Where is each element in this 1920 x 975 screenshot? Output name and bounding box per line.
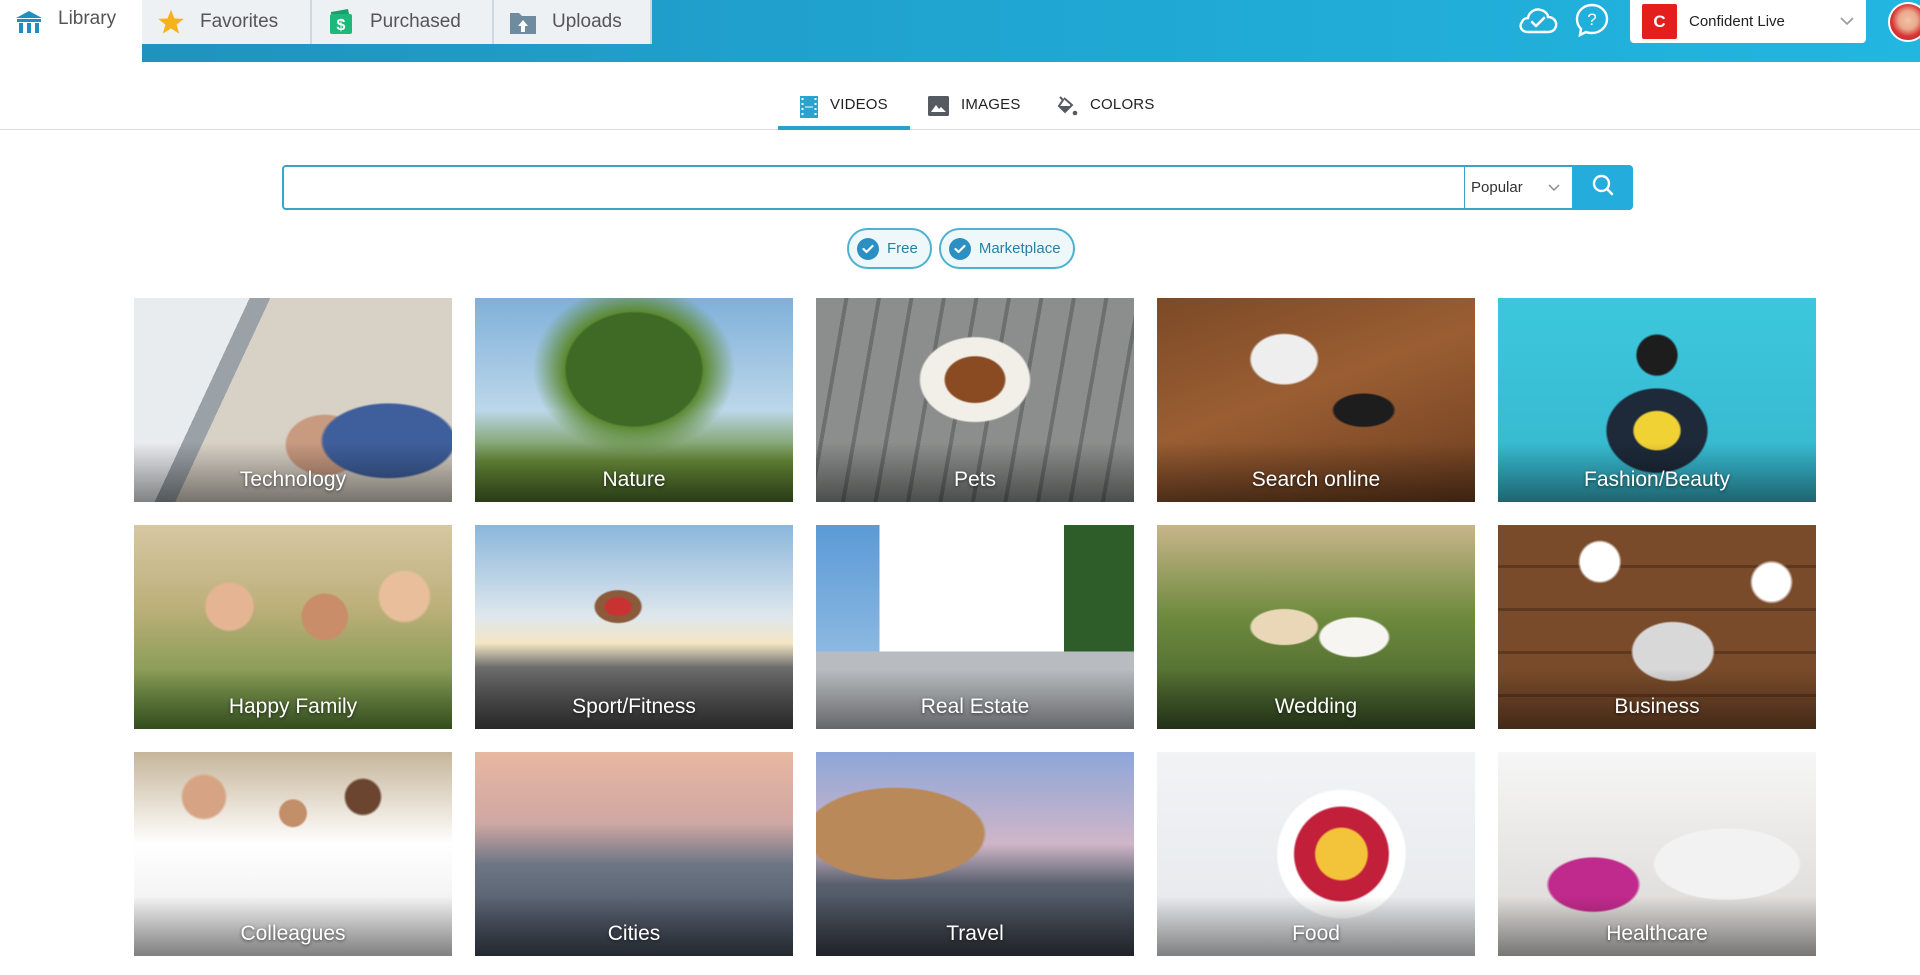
category-label: Nature <box>602 468 666 491</box>
tab-videos[interactable]: VIDEOS <box>778 86 910 130</box>
search-icon <box>1591 173 1615 202</box>
category-label: Wedding <box>1274 695 1358 718</box>
category-tile-food[interactable]: Food <box>1157 752 1475 956</box>
tab-colors[interactable]: COLORS <box>1056 86 1155 130</box>
category-tile-fashion-beauty[interactable]: Fashion/Beauty <box>1498 298 1816 502</box>
category-label: Travel <box>946 922 1004 945</box>
search-button[interactable] <box>1572 165 1633 210</box>
category-label: Healthcare <box>1606 922 1708 945</box>
paint-bucket-icon <box>1056 96 1078 122</box>
search-input[interactable] <box>282 165 1465 210</box>
category-label: Fashion/Beauty <box>1584 468 1730 491</box>
category-label: Food <box>1292 922 1340 945</box>
category-tile-search-online[interactable]: Search online <box>1157 298 1475 502</box>
media-type-tabs: VIDEOS IMAGES COLORS <box>0 86 1920 130</box>
image-icon <box>928 96 949 120</box>
svg-text:$: $ <box>337 17 346 34</box>
category-tile-pets[interactable]: Pets <box>816 298 1134 502</box>
top-bar: Library Favorites $ Purchased Uploads ? … <box>0 0 1920 62</box>
category-tile-technology[interactable]: Technology <box>134 298 452 502</box>
category-tile-nature[interactable]: Nature <box>475 298 793 502</box>
svg-text:?: ? <box>1587 10 1596 29</box>
account-name: Confident Live <box>1689 13 1785 30</box>
library-icon <box>14 8 44 38</box>
filter-chips: Free Marketplace <box>847 228 1075 269</box>
category-tile-business[interactable]: Business <box>1498 525 1816 729</box>
tab-colors-label: COLORS <box>1090 96 1155 113</box>
category-label: Pets <box>953 468 997 491</box>
chevron-down-icon <box>1548 179 1560 196</box>
sort-select[interactable]: Popular <box>1465 165 1572 210</box>
search-bar: Popular <box>282 165 1633 210</box>
tab-images[interactable]: IMAGES <box>928 86 1021 130</box>
category-tile-wedding[interactable]: Wedding <box>1157 525 1475 729</box>
wallet-dollar-icon: $ <box>326 7 356 37</box>
tab-favorites-label: Favorites <box>200 11 279 32</box>
tab-library-label: Library <box>58 8 117 29</box>
filter-free-chip[interactable]: Free <box>847 228 932 269</box>
tab-videos-label: VIDEOS <box>830 96 888 113</box>
tab-purchased[interactable]: $ Purchased <box>312 0 494 44</box>
chevron-down-icon <box>1840 14 1854 29</box>
help-icon: ? <box>1574 2 1610 43</box>
tab-purchased-label: Purchased <box>370 11 461 32</box>
category-label: Search online <box>1251 468 1381 491</box>
tab-library[interactable]: Library <box>0 0 142 62</box>
checkmark-icon <box>857 237 879 260</box>
category-tile-cities[interactable]: Cities <box>475 752 793 956</box>
tab-images-label: IMAGES <box>961 96 1021 113</box>
star-icon <box>156 7 186 37</box>
category-label: Sport/Fitness <box>572 695 696 718</box>
account-badge: C <box>1642 4 1677 39</box>
account-selector[interactable]: C Confident Live <box>1630 0 1866 43</box>
film-icon <box>800 96 818 122</box>
category-tile-real-estate[interactable]: Real Estate <box>816 525 1134 729</box>
tab-uploads[interactable]: Uploads <box>494 0 652 44</box>
category-label: Happy Family <box>228 695 358 718</box>
filter-free-label: Free <box>887 240 918 257</box>
category-label: Colleagues <box>240 922 346 945</box>
category-tile-colleagues[interactable]: Colleagues <box>134 752 452 956</box>
cloud-check-icon <box>1517 5 1559 40</box>
category-label: Cities <box>607 922 661 945</box>
category-label: Technology <box>239 468 347 491</box>
cloud-sync-button[interactable] <box>1516 0 1560 44</box>
category-tile-healthcare[interactable]: Healthcare <box>1498 752 1816 956</box>
library-tabs: Library Favorites $ Purchased Uploads <box>0 0 652 62</box>
user-avatar[interactable] <box>1888 2 1920 42</box>
category-label: Real Estate <box>920 695 1030 718</box>
filter-marketplace-label: Marketplace <box>978 240 1061 257</box>
filter-marketplace-chip[interactable]: Marketplace <box>938 228 1075 269</box>
sort-selected-value: Popular <box>1471 179 1523 196</box>
folder-upload-icon <box>508 7 538 37</box>
category-label: Business <box>1614 695 1700 718</box>
tab-uploads-label: Uploads <box>552 11 622 32</box>
category-grid: Technology Nature Pets Search online Fas… <box>134 298 1816 956</box>
tab-favorites[interactable]: Favorites <box>142 0 312 44</box>
checkmark-icon <box>948 237 971 260</box>
category-tile-sport-fitness[interactable]: Sport/Fitness <box>475 525 793 729</box>
help-button[interactable]: ? <box>1570 0 1614 44</box>
category-tile-happy-family[interactable]: Happy Family <box>134 525 452 729</box>
category-tile-travel[interactable]: Travel <box>816 752 1134 956</box>
